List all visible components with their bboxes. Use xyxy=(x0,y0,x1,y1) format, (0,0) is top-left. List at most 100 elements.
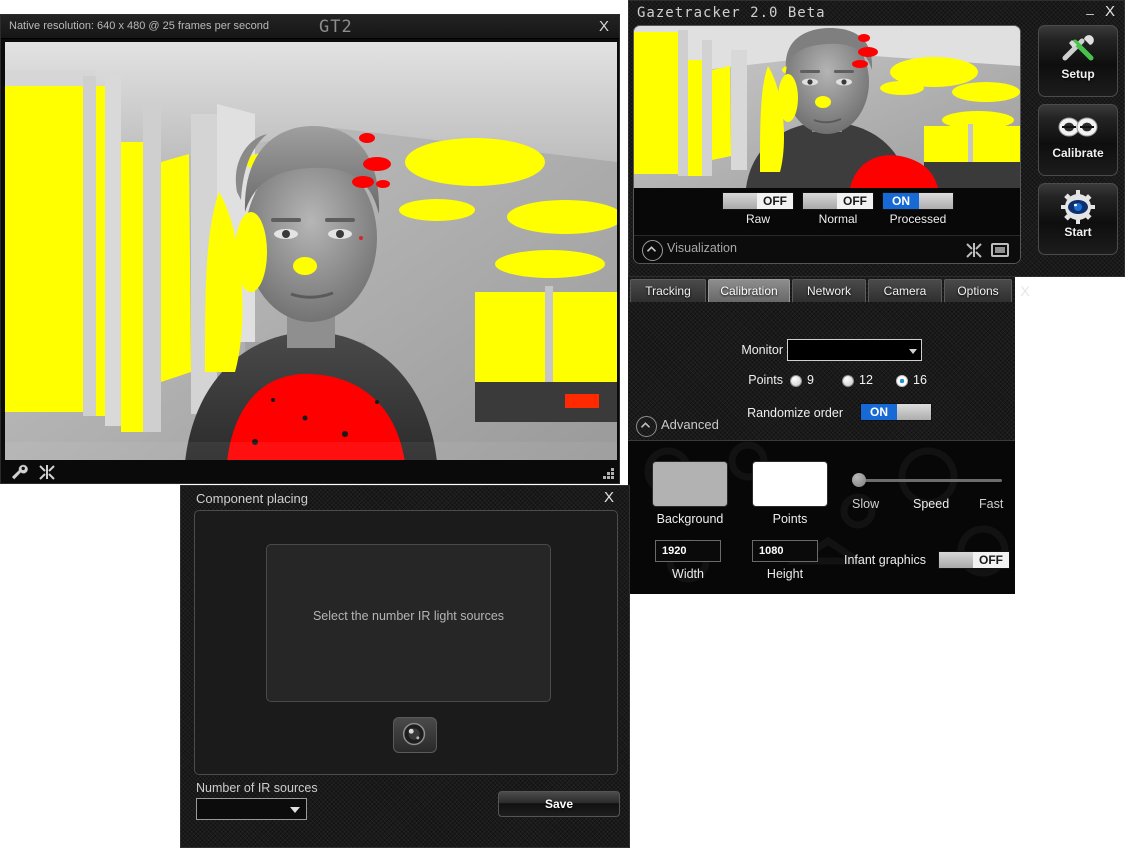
visualization-bar: Visualization xyxy=(634,235,1020,263)
raw-toggle[interactable]: OFF xyxy=(722,192,794,210)
video-window-toolbar xyxy=(1,460,619,483)
normal-toggle[interactable]: OFF xyxy=(802,192,874,210)
monitor-select[interactable] xyxy=(787,339,922,361)
dialog-close-button[interactable]: X xyxy=(600,489,618,507)
processed-toggle-state: ON xyxy=(883,193,919,209)
tab-options-label: Options xyxy=(957,284,999,298)
gear-eye-icon xyxy=(1058,190,1098,224)
height-input[interactable]: 1080 xyxy=(752,540,818,562)
background-color-swatch[interactable] xyxy=(652,461,728,507)
gazetracker-main-window: Gazetracker 2.0 Beta – X OFF Raw OFF Nor… xyxy=(628,0,1125,277)
native-resolution-label: Native resolution: 640 x 480 @ 25 frames… xyxy=(9,20,270,32)
points-label: Points xyxy=(748,373,783,387)
close-button[interactable]: X xyxy=(1102,3,1118,21)
settings-tab-panel: Tracking Calibration Network Camera Opti… xyxy=(628,277,1030,594)
video-window-close-button[interactable]: X xyxy=(595,18,613,36)
infant-toggle-state: OFF xyxy=(973,552,1009,568)
component-placing-dialog: Component placing X Select the number IR… xyxy=(180,485,630,848)
camera-button[interactable] xyxy=(393,717,437,753)
speed-fast-label: Fast xyxy=(979,497,1004,511)
advanced-section-header[interactable]: Advanced xyxy=(628,413,1015,439)
start-button-label: Start xyxy=(1064,225,1092,239)
tools-icon xyxy=(1058,32,1098,66)
tab-camera-label: Camera xyxy=(883,284,927,298)
visualization-mode-toggles: OFF Raw OFF Normal ON Processed xyxy=(634,188,1020,238)
video-window-titlebar: Native resolution: 640 x 480 @ 25 frames… xyxy=(1,15,619,39)
radio-selected-icon xyxy=(896,375,908,387)
chevron-up-icon[interactable] xyxy=(636,416,657,437)
normal-toggle-knob xyxy=(803,193,839,209)
dialog-titlebar: Component placing X xyxy=(181,486,629,512)
frame-icon[interactable] xyxy=(990,241,1010,259)
monitor-label: Monitor xyxy=(741,343,783,357)
tab-calibration-label: Calibration xyxy=(720,284,778,298)
width-value: 1920 xyxy=(662,545,687,557)
tab-calibration[interactable]: Calibration xyxy=(708,279,790,302)
speed-label: Speed xyxy=(913,497,950,511)
setup-button-label: Setup xyxy=(1061,67,1095,81)
points-radio-12-label: 12 xyxy=(859,373,873,387)
processed-toggle[interactable]: ON xyxy=(882,192,954,210)
crosshair-icon[interactable] xyxy=(37,463,57,481)
ir-placeholder-text: Select the number IR light sources xyxy=(312,609,505,623)
points-color-swatch[interactable] xyxy=(752,461,828,507)
infant-graphics-label: Infant graphics xyxy=(844,553,926,567)
visualization-label: Visualization xyxy=(667,241,737,255)
save-button-label: Save xyxy=(544,797,574,811)
width-input[interactable]: 1920 xyxy=(655,540,721,562)
tab-tracking[interactable]: Tracking xyxy=(630,279,706,302)
eyes-icon xyxy=(1058,111,1098,145)
advanced-label: Advanced xyxy=(661,417,719,432)
calibrate-button[interactable]: Calibrate xyxy=(1038,104,1118,176)
points-color-group: Points xyxy=(752,461,828,526)
points-color-label: Points xyxy=(772,512,808,526)
ir-source-count-select[interactable] xyxy=(196,798,307,820)
main-window-titlebar: Gazetracker 2.0 Beta – X xyxy=(629,1,1124,27)
toggle-group-normal: OFF Normal xyxy=(802,192,874,226)
normal-toggle-state: OFF xyxy=(837,193,873,209)
speed-slider-track xyxy=(852,479,1002,482)
speed-slider[interactable] xyxy=(852,473,1002,487)
tabs-row: Tracking Calibration Network Camera Opti… xyxy=(628,279,1030,305)
tab-options[interactable]: Options xyxy=(944,279,1012,302)
infant-graphics-toggle[interactable]: OFF xyxy=(938,551,1010,569)
action-button-column: Setup Calibrate Start xyxy=(1038,25,1120,264)
dialog-title: Component placing xyxy=(196,491,309,506)
speed-slider-thumb[interactable] xyxy=(852,473,866,487)
normal-toggle-label: Normal xyxy=(818,212,858,226)
raw-toggle-knob xyxy=(723,193,759,209)
processed-toggle-knob xyxy=(917,193,953,209)
resize-grip-icon[interactable] xyxy=(599,464,615,480)
gt2-logo: GT2 xyxy=(319,17,353,37)
setup-button[interactable]: Setup xyxy=(1038,25,1118,97)
points-radio-9-label: 9 xyxy=(807,373,814,387)
camera-preview-image xyxy=(634,26,1020,188)
chevron-down-icon xyxy=(290,807,300,813)
video-preview-window: Native resolution: 640 x 480 @ 25 frames… xyxy=(0,14,620,484)
start-button[interactable]: Start xyxy=(1038,183,1118,255)
crosshair-icon[interactable] xyxy=(964,241,984,259)
dialog-body: Select the number IR light sources xyxy=(194,510,618,775)
speed-slow-label: Slow xyxy=(852,497,880,511)
app-title: Gazetracker 2.0 Beta xyxy=(637,5,826,21)
toggle-group-processed: ON Processed xyxy=(882,192,954,226)
wrench-icon[interactable] xyxy=(9,463,29,481)
raw-toggle-state: OFF xyxy=(757,193,793,209)
points-radio-16-label: 16 xyxy=(913,373,927,387)
tab-panel-close-button[interactable]: X xyxy=(1017,282,1033,300)
ir-placement-canvas[interactable]: Select the number IR light sources xyxy=(266,544,551,702)
chevron-down-icon xyxy=(909,349,917,354)
camera-lens-icon xyxy=(394,722,436,756)
tab-network[interactable]: Network xyxy=(792,279,866,302)
calibration-tab-content: Monitor Points 9 12 16 Randomize order O… xyxy=(628,303,1015,421)
background-color-group: Background xyxy=(652,461,728,526)
save-button[interactable]: Save xyxy=(498,791,620,817)
webcam-video-feed xyxy=(5,42,617,462)
chevron-up-icon[interactable] xyxy=(642,240,663,261)
height-label: Height xyxy=(766,567,804,581)
tab-tracking-label: Tracking xyxy=(645,284,691,298)
width-label: Width xyxy=(672,567,704,581)
height-value: 1080 xyxy=(759,545,784,557)
tab-camera[interactable]: Camera xyxy=(868,279,942,302)
minimize-button[interactable]: – xyxy=(1082,4,1098,22)
